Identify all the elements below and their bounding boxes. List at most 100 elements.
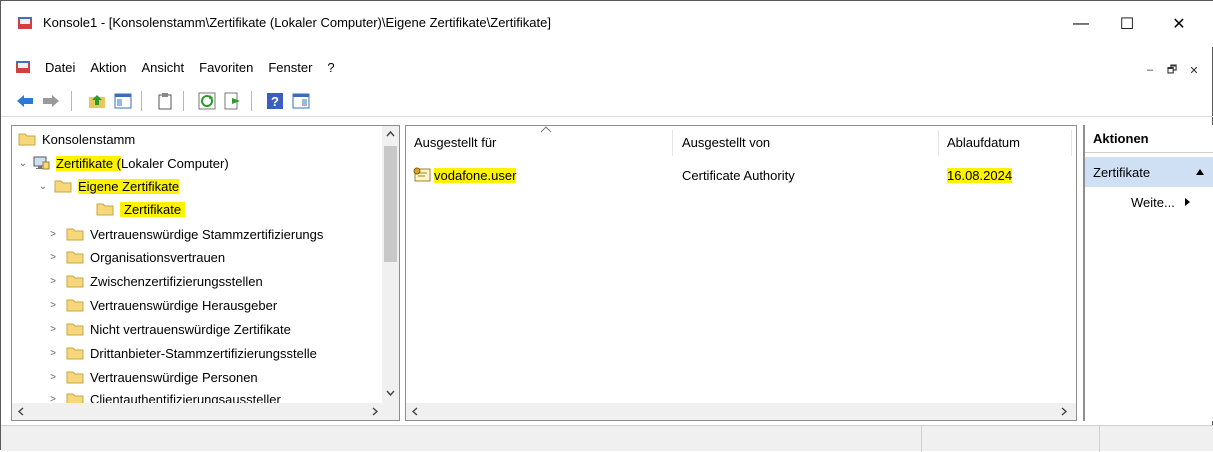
scrollbar-corner xyxy=(382,403,399,420)
tree-item-vertrauenswuerdige-personen[interactable]: > Vertrauenswürdige Personen xyxy=(46,366,258,388)
tree-item-vertrauenswuerdige-stammzertifizierung[interactable]: > Vertrauenswürdige Stammzertifizierungs xyxy=(46,223,323,245)
window-title: Konsole1 - [Konsolenstamm\Zertifikate (L… xyxy=(43,15,551,30)
column-header-ausgestellt-fuer[interactable]: Ausgestellt für xyxy=(414,126,496,159)
chevron-down-icon[interactable]: ⌄ xyxy=(16,158,30,169)
column-divider[interactable] xyxy=(1071,130,1072,156)
column-divider[interactable] xyxy=(672,130,673,156)
console-work-area: Konsolenstamm ⌄ Zertifikate (Lokaler Com… xyxy=(7,123,1213,421)
certificate-issued-to: vodafone.user xyxy=(434,167,517,183)
tree-item-label: Vertrauenswürdige Personen xyxy=(90,369,258,385)
tree-item-label: Vertrauenswürdige Stammzertifizierungs xyxy=(90,226,324,242)
menu-ansicht[interactable]: Ansicht xyxy=(142,60,185,75)
title-bar: Konsole1 - [Konsolenstamm\Zertifikate (L… xyxy=(1,1,1213,47)
chevron-right-icon[interactable]: > xyxy=(46,252,60,263)
folder-icon xyxy=(66,323,84,336)
chevron-right-icon[interactable]: > xyxy=(46,372,60,383)
actions-title: Aktionen xyxy=(1085,131,1213,153)
action-weitere[interactable]: Weite... xyxy=(1131,195,1191,210)
scroll-down-icon[interactable] xyxy=(386,389,395,397)
mmc-app-icon xyxy=(18,17,32,29)
certificate-list: Ausgestellt für Ausgestellt von Ablaufda… xyxy=(405,125,1077,421)
certificate-issued-by: Certificate Authority xyxy=(682,167,795,183)
refresh-icon[interactable] xyxy=(197,91,217,111)
chevron-right-icon[interactable]: > xyxy=(46,276,60,287)
tree-item-vertrauenswuerdige-herausgeber[interactable]: > Vertrauenswürdige Herausgeber xyxy=(46,294,277,316)
chevron-down-icon[interactable]: ⌄ xyxy=(36,181,50,192)
actions-section-zertifikate[interactable]: Zertifikate xyxy=(1085,157,1213,187)
tree-item-nicht-vertrauenswuerdige-zertifikate[interactable]: > Nicht vertrauenswürdige Zertifikate xyxy=(46,318,291,340)
scroll-left-icon[interactable] xyxy=(17,407,25,416)
scroll-up-icon[interactable] xyxy=(386,130,395,138)
status-bar xyxy=(1,425,1213,452)
chevron-right-icon[interactable]: > xyxy=(46,324,60,335)
mdi-close-button[interactable]: ✕ xyxy=(1184,61,1204,79)
menu-help[interactable]: ? xyxy=(327,60,334,75)
close-button[interactable]: ✕ xyxy=(1156,1,1202,47)
certificate-row[interactable]: vodafone.user xyxy=(412,164,517,186)
tree-vertical-scrollbar[interactable] xyxy=(382,126,399,403)
tree-item-label: Vertrauenswürdige Herausgeber xyxy=(90,297,278,313)
menu-favoriten[interactable]: Favoriten xyxy=(199,60,253,75)
help-icon[interactable]: ? xyxy=(265,91,285,111)
collapse-up-icon[interactable] xyxy=(1195,168,1205,176)
list-horizontal-scrollbar[interactable] xyxy=(406,403,1076,420)
mdi-minimize-button[interactable]: – xyxy=(1140,61,1160,79)
maximize-button[interactable]: ☐ xyxy=(1104,1,1150,47)
column-header-ablaufdatum[interactable]: Ablaufdatum xyxy=(947,126,1020,159)
folder-icon xyxy=(66,299,84,312)
folder-icon xyxy=(66,228,84,241)
show-hide-tree-icon[interactable] xyxy=(113,91,133,111)
tree-item-zertifikate-lokaler-computer[interactable]: ⌄ Zertifikate (Lokaler Computer) xyxy=(16,152,229,174)
folder-icon xyxy=(66,371,84,384)
mdi-restore-button[interactable]: 🗗 xyxy=(1162,61,1182,79)
svg-text:?: ? xyxy=(271,94,279,109)
menu-fenster[interactable]: Fenster xyxy=(268,60,312,75)
up-folder-icon[interactable] xyxy=(87,91,107,111)
tree-item-drittanbieter-stammzertifizierungsstelle[interactable]: > Drittanbieter-Stammzertifizierungsstel… xyxy=(46,342,317,364)
clipboard-icon[interactable] xyxy=(155,91,175,111)
certificate-expiry: 16.08.2024 xyxy=(947,167,1013,183)
document-icon xyxy=(16,61,30,73)
tree-item-zertifikate[interactable]: Zertifikate xyxy=(96,198,186,220)
tree-item-label: Zertifikate ( xyxy=(56,155,122,171)
folder-icon xyxy=(66,251,84,264)
computer-certificate-icon xyxy=(33,156,50,170)
tree-item-konsolenstamm[interactable]: Konsolenstamm xyxy=(18,128,135,150)
scroll-right-icon[interactable] xyxy=(371,407,379,416)
chevron-right-icon[interactable]: > xyxy=(46,300,60,311)
menu-datei[interactable]: Datei xyxy=(45,60,75,75)
minimize-button[interactable]: — xyxy=(1058,1,1104,47)
show-action-pane-icon[interactable] xyxy=(291,91,311,111)
mdi-controls: – 🗗 ✕ xyxy=(1140,61,1204,79)
folder-icon xyxy=(96,203,114,216)
tree-item-zwischenzertifizierungsstellen[interactable]: > Zwischenzertifizierungsstellen xyxy=(46,270,263,292)
chevron-right-icon[interactable]: > xyxy=(46,229,60,240)
sort-ascending-icon xyxy=(540,126,552,133)
folder-icon xyxy=(66,347,84,360)
tree-item-label: Organisationsvertrauen xyxy=(90,249,226,265)
tree-item-eigene-zertifikate[interactable]: ⌄ Eigene Zertifikate xyxy=(36,175,180,197)
toolbar: ? xyxy=(1,85,1213,117)
scroll-right-icon[interactable] xyxy=(1060,407,1068,416)
tree-item-label: Drittanbieter-Stammzertifizierungsstelle xyxy=(90,345,317,361)
menu-bar: Datei Aktion Ansicht Favoriten Fenster ? xyxy=(1,55,1213,81)
tree-horizontal-scrollbar[interactable] xyxy=(12,403,384,420)
export-list-icon[interactable] xyxy=(223,91,243,111)
chevron-right-icon[interactable]: > xyxy=(46,348,60,359)
tree-item-label: Zwischenzertifizierungsstellen xyxy=(90,273,263,289)
scroll-left-icon[interactable] xyxy=(411,407,419,416)
console-tree: Konsolenstamm ⌄ Zertifikate (Lokaler Com… xyxy=(11,125,400,421)
back-arrow-icon[interactable] xyxy=(15,91,35,111)
menu-aktion[interactable]: Aktion xyxy=(90,60,126,75)
folder-icon xyxy=(66,275,84,288)
folder-icon xyxy=(18,133,36,146)
column-header-ausgestellt-von[interactable]: Ausgestellt von xyxy=(682,126,770,159)
forward-arrow-icon[interactable] xyxy=(41,91,61,111)
tree-item-organisationsvertrauen[interactable]: > Organisationsvertrauen xyxy=(46,246,225,268)
actions-pane: Aktionen Zertifikate Weite... xyxy=(1083,125,1213,421)
mmc-window: Konsole1 - [Konsolenstamm\Zertifikate (L… xyxy=(0,0,1213,452)
column-divider[interactable] xyxy=(938,130,939,156)
tree-item-label: Nicht vertrauenswürdige Zertifikate xyxy=(90,321,291,337)
tree-item-label: Zertifikate xyxy=(120,201,186,217)
tree-scroll-thumb[interactable] xyxy=(384,146,397,262)
